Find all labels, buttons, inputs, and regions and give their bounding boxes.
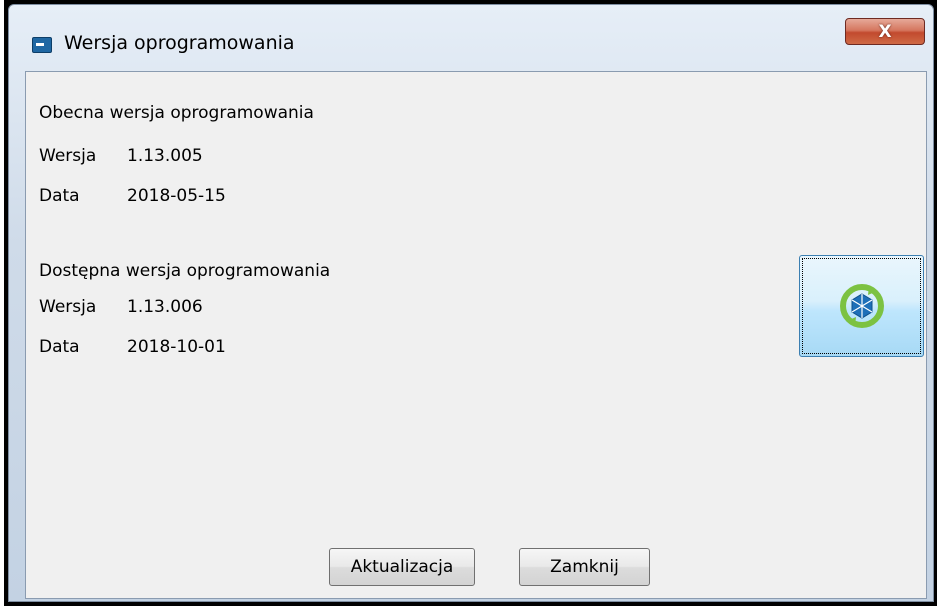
sync-update-icon xyxy=(839,284,884,328)
title-bar[interactable]: Wersja oprogramowania X xyxy=(9,5,933,69)
close-window-button[interactable]: X xyxy=(845,18,925,45)
dialog-content: Obecna wersja oprogramowania Wersja 1.13… xyxy=(25,71,927,599)
available-date-value: 2018-10-01 xyxy=(127,337,226,357)
available-version-heading: Dostępna wersja oprogramowania xyxy=(39,261,331,281)
dialog-window: Wersja oprogramowania X Obecna wersja op… xyxy=(8,4,934,602)
close-icon: X xyxy=(878,21,892,42)
close-button[interactable]: Zamknij xyxy=(519,548,650,586)
available-version-label: Wersja xyxy=(39,297,97,317)
available-version-value: 1.13.006 xyxy=(127,297,203,317)
current-date-value: 2018-05-15 xyxy=(127,186,226,206)
update-button[interactable]: Aktualizacja xyxy=(329,548,475,586)
app-icon xyxy=(32,37,52,53)
current-version-heading: Obecna wersja oprogramowania xyxy=(39,103,314,123)
available-date-label: Data xyxy=(39,337,80,357)
current-date-label: Data xyxy=(39,186,80,206)
current-version-value: 1.13.005 xyxy=(127,146,203,166)
current-version-label: Wersja xyxy=(39,146,97,166)
window-title: Wersja oprogramowania xyxy=(64,32,295,54)
update-icon-button[interactable] xyxy=(799,255,924,357)
